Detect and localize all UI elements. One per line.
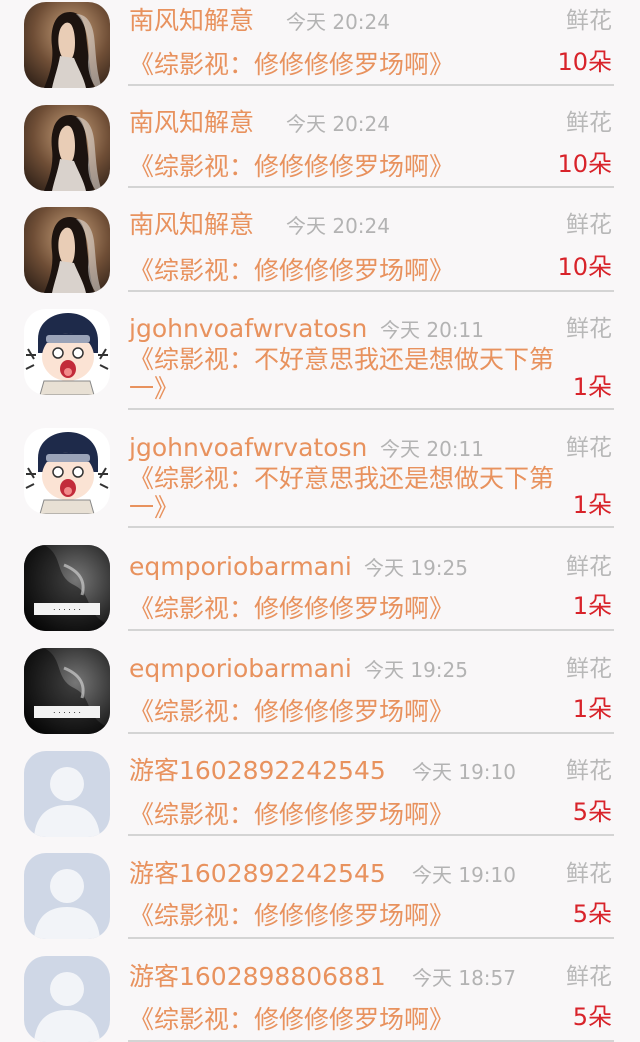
gift-type-label: 鲜花 [566,964,612,990]
gift-record-list: 南风知解意 今天 20:24 鲜花 《综影视：修修修修罗场啊》 10朵 南风知解意 今天 … [0,0,640,1042]
user-name[interactable]: jgohnvoafwrvatosn [129,314,367,344]
svg-text:· · · · · ·: · · · · · · [53,606,81,615]
flower-count: 1朵 [572,373,612,401]
user-avatar[interactable] [24,105,110,191]
book-title-link[interactable]: 《综影视：不好意思我还是想做天下第一》 [129,345,559,403]
row-divider [128,834,614,836]
gift-time: 今天 20:24 [286,10,390,34]
gift-time: 今天 19:10 [412,863,516,887]
gift-time: 今天 18:57 [412,966,516,990]
user-avatar[interactable] [24,956,110,1042]
gift-type-label: 鲜花 [566,435,612,461]
user-avatar[interactable] [24,207,110,293]
gift-time: 今天 20:11 [380,318,484,342]
user-name[interactable]: 游客1602898806881 [129,962,386,992]
row-divider [128,526,614,528]
user-name[interactable]: 南风知解意 [129,210,254,240]
flower-count: 5朵 [572,798,612,826]
user-avatar[interactable] [24,2,110,88]
user-name[interactable]: eqmporiobarmani [129,552,352,582]
row-divider [128,186,614,188]
user-name[interactable]: 南风知解意 [129,108,254,138]
flower-count: 5朵 [572,1003,612,1031]
user-name[interactable]: 游客1602892242545 [129,859,386,889]
flower-count: 1朵 [572,695,612,723]
flower-count: 1朵 [572,592,612,620]
gift-type-label: 鲜花 [566,212,612,238]
gift-type-label: 鲜花 [566,554,612,580]
book-title-link[interactable]: 《综影视：修修修修罗场啊》 [129,50,559,79]
flower-count: 1朵 [572,491,612,519]
book-title-link[interactable]: 《综影视：修修修修罗场啊》 [129,800,559,829]
book-title-link[interactable]: 《综影视：修修修修罗场啊》 [129,256,559,285]
user-name[interactable]: 游客1602892242545 [129,756,386,786]
row-divider [128,732,614,734]
gift-type-label: 鲜花 [566,316,612,342]
row-divider [128,408,614,410]
flower-count: 10朵 [557,48,612,76]
gift-type-label: 鲜花 [566,110,612,136]
gift-time: 今天 20:24 [286,214,390,238]
flower-count: 10朵 [557,150,612,178]
book-title-link[interactable]: 《综影视：修修修修罗场啊》 [129,697,559,726]
user-avatar[interactable]: · · · · · · [24,545,110,631]
gift-type-label: 鲜花 [566,758,612,784]
gift-type-label: 鲜花 [566,8,612,34]
book-title-link[interactable]: 《综影视：修修修修罗场啊》 [129,594,559,623]
book-title-link[interactable]: 《综影视：修修修修罗场啊》 [129,901,559,930]
user-avatar[interactable] [24,428,110,514]
user-avatar[interactable] [24,751,110,837]
book-title-link[interactable]: 《综影视：修修修修罗场啊》 [129,152,559,181]
flower-count: 10朵 [557,253,612,281]
row-divider [128,629,614,631]
gift-type-label: 鲜花 [566,656,612,682]
user-name[interactable]: eqmporiobarmani [129,654,352,684]
gift-time: 今天 20:24 [286,112,390,136]
row-divider [128,290,614,292]
gift-time: 今天 20:11 [380,437,484,461]
book-title-link[interactable]: 《综影视：修修修修罗场啊》 [129,1005,559,1034]
row-divider [128,937,614,939]
user-avatar[interactable] [24,309,110,395]
user-name[interactable]: jgohnvoafwrvatosn [129,433,367,463]
gift-time: 今天 19:10 [412,760,516,784]
flower-count: 5朵 [572,900,612,928]
gift-time: 今天 19:25 [364,556,468,580]
row-divider [128,84,614,86]
user-avatar[interactable]: · · · · · · [24,648,110,734]
svg-text:· · · · · ·: · · · · · · [53,709,81,718]
gift-type-label: 鲜花 [566,861,612,887]
book-title-link[interactable]: 《综影视：不好意思我还是想做天下第一》 [129,464,559,522]
gift-time: 今天 19:25 [364,658,468,682]
user-name[interactable]: 南风知解意 [129,6,254,36]
user-avatar[interactable] [24,853,110,939]
